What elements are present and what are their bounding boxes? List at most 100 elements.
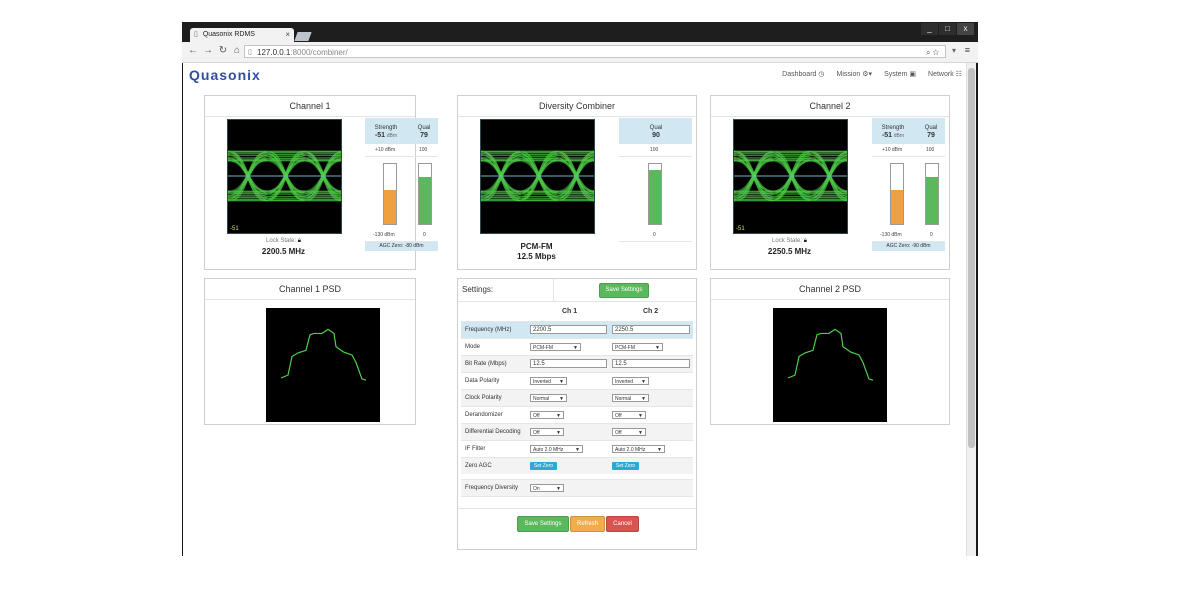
channel-2-title: Channel 2 (711, 96, 949, 117)
scale-top: 100 (650, 147, 659, 153)
back-arrow-icon[interactable]: ← (186, 44, 200, 58)
tab-title: Quasonix RDMS (202, 31, 255, 38)
scale-bottom-right: 0 (423, 232, 426, 238)
lock-state-label: Lock State: (266, 238, 297, 244)
browser-tab[interactable]: ▯ Quasonix RDMS × (190, 28, 294, 42)
select-value: Auto 2.0 MHz (615, 447, 646, 453)
lock-state: Lock State: 🔒︎ (227, 238, 340, 245)
page-icon: ▯ (248, 49, 252, 56)
strength-label: Strength (374, 125, 398, 131)
tab-close-icon[interactable]: × (285, 28, 290, 42)
setting-row-if-filter: IF Filter Auto 2.0 MHz ▼ Auto 2.0 MHz ▼ (461, 440, 693, 457)
nav-system[interactable]: System ▣ (884, 70, 916, 78)
meter-header: Strength -51 dBm Qual 79 (365, 118, 438, 144)
nav-network[interactable]: Network ☷ (928, 70, 962, 78)
channel-1-meters: Strength -51 dBm Qual 79 +10 dBm 100 -130 d… (365, 118, 438, 251)
cancel-button[interactable]: Cancel (606, 516, 639, 532)
dropdown-arrow-icon: ▼ (556, 486, 561, 492)
ch2-differential-decoding-select[interactable]: Off ▼ (612, 428, 646, 436)
eye-level-label: -51 (736, 226, 745, 232)
page-scrollbar[interactable] (966, 63, 976, 556)
ch1-derandomizer-select[interactable]: Off ▼ (530, 411, 564, 419)
channel-1-psd-plot (266, 308, 380, 422)
qual-value: 79 (927, 132, 935, 139)
select-value: Inverted (533, 379, 552, 385)
hamburger-menu-icon[interactable]: ≡ (965, 45, 970, 55)
scale-top-left: +10 dBm (375, 147, 396, 153)
forward-arrow-icon[interactable]: → (201, 44, 215, 58)
select-value: Inverted (615, 379, 634, 385)
address-bar[interactable]: ▯ 127.0.0.1:8000/combiner/ ⌕☆ (244, 45, 946, 58)
lock-state: Lock State: 🔒︎ (733, 238, 846, 245)
channel-2-psd-panel: Channel 2 PSD (710, 278, 950, 425)
channel-1-psd-title: Channel 1 PSD (205, 279, 415, 300)
dropdown-arrow-icon: ▼ (556, 430, 561, 436)
setting-row-derandomizer: Derandomizer Off ▼ Off ▼ (461, 406, 693, 423)
save-settings-top-button[interactable]: Save Settings (599, 283, 649, 298)
nav-mission[interactable]: Mission ⚙▾ (837, 70, 873, 78)
save-settings-button[interactable]: Save Settings (517, 516, 569, 532)
combiner-title: Diversity Combiner (458, 96, 696, 117)
channel-2-psd-plot (773, 308, 887, 422)
channel-2-meters: Strength -51 dBm Qual 79 +10 dBm 100 -130 d… (872, 118, 945, 251)
ch2-if-filter-select[interactable]: Auto 2.0 MHz ▼ (612, 445, 665, 453)
minimize-button[interactable]: _ (921, 23, 938, 35)
frequency-diversity-select[interactable]: On ▼ (530, 484, 564, 492)
ch1-differential-decoding-select[interactable]: Off ▼ (530, 428, 564, 436)
combiner-meters: Qual 90 100 0 (619, 118, 692, 242)
channel-1-frequency: 2200.5 MHz (261, 247, 306, 256)
ch1-mode-select[interactable]: PCM-FM ▼ (530, 343, 581, 351)
ch2-data-polarity-select[interactable]: Inverted ▼ (612, 377, 649, 385)
extension-icon[interactable]: ▾ (952, 46, 956, 55)
new-tab-button[interactable] (294, 32, 312, 41)
settings-divider (553, 279, 554, 301)
agc-zero-label: AGC Zero: -80 dBm (365, 242, 438, 251)
eye-level-label: -51 (230, 226, 239, 232)
setting-row-differential-decoding: Differential Decoding Off ▼ Off ▼ (461, 423, 693, 440)
qual-label: Qual (924, 125, 938, 131)
close-window-button[interactable]: x (957, 23, 974, 35)
clock-icon: ◷ (818, 71, 825, 78)
home-icon[interactable]: ⌂ (230, 44, 244, 58)
lock-state-label: Lock State: (772, 238, 803, 244)
dropdown-arrow-icon: ▼ (575, 447, 580, 453)
select-value: Auto 2.0 MHz (533, 447, 564, 453)
maximize-button[interactable]: □ (939, 23, 956, 35)
quality-bar (925, 163, 939, 225)
dropdown-arrow-icon: ▼ (655, 345, 660, 351)
browser-titlebar: ▯ Quasonix RDMS × _ □ x (182, 22, 978, 42)
ch2-mode-select[interactable]: PCM-FM ▼ (612, 343, 663, 351)
scrollbar-thumb[interactable] (968, 68, 975, 448)
row-label: Frequency Diversity (465, 485, 519, 491)
scale-bottom-right: 0 (930, 232, 933, 238)
eye-pattern (481, 150, 594, 202)
refresh-button[interactable]: Refresh (570, 516, 605, 532)
dropdown-arrow-icon: ▼ (559, 396, 564, 402)
ch1-data-polarity-select[interactable]: Inverted ▼ (530, 377, 567, 385)
scale-top-right: 100 (926, 147, 935, 153)
dropdown-arrow-icon: ▼ (657, 447, 662, 453)
star-icon[interactable]: ☆ (932, 48, 941, 57)
channel-2-eye-diagram: -51 (733, 119, 848, 234)
nav-dashboard[interactable]: Dashboard ◷ (782, 70, 824, 78)
quasonix-logo[interactable]: Quasonix (189, 67, 261, 83)
ch2-set-zero-button[interactable]: Set Zero (612, 462, 639, 470)
ch1-set-zero-button[interactable]: Set Zero (530, 462, 557, 470)
quality-bar-fill (649, 170, 661, 224)
quality-bar-fill (926, 176, 938, 224)
list-icon: ☷ (955, 71, 962, 78)
reload-icon[interactable]: ↻ (216, 44, 230, 58)
ch2-clock-polarity-select[interactable]: Normal ▼ (612, 394, 649, 402)
scale-bottom-left: -130 dBm (880, 232, 902, 238)
ch1-bitrate-input[interactable]: 12.5 (530, 359, 607, 368)
strength-bar-fill (384, 190, 396, 224)
setting-row-frequency: Frequency (MHz) 2200.5 2250.5 (461, 321, 693, 338)
eye-pattern (734, 150, 847, 202)
ch2-bitrate-input[interactable]: 12.5 (612, 359, 690, 368)
setting-row-mode: Mode PCM-FM ▼ PCM-FM ▼ (461, 338, 693, 355)
ch2-derandomizer-select[interactable]: Off ▼ (612, 411, 646, 419)
ch1-frequency-input[interactable]: 2200.5 (530, 325, 607, 334)
ch1-clock-polarity-select[interactable]: Normal ▼ (530, 394, 567, 402)
ch1-if-filter-select[interactable]: Auto 2.0 MHz ▼ (530, 445, 583, 453)
ch2-frequency-input[interactable]: 2250.5 (612, 325, 690, 334)
